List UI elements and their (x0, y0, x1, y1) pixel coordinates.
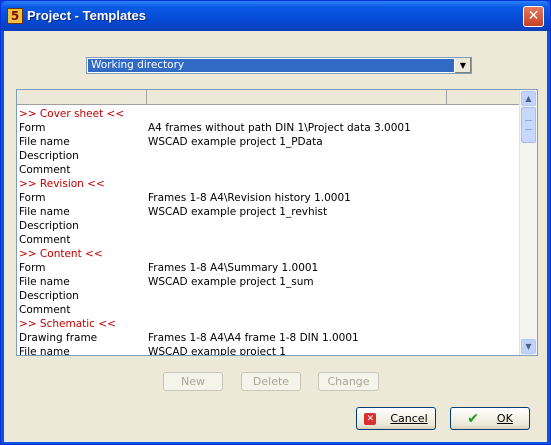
row-label: File name (19, 346, 70, 356)
new-button[interactable]: New (163, 372, 223, 391)
delete-button[interactable]: Delete (241, 372, 301, 391)
row-label: File name (19, 136, 70, 148)
row-value: WSCAD example project 1_sum (148, 276, 314, 288)
section-header-row[interactable]: >> Revision << (19, 177, 519, 191)
table-row[interactable]: Comment (19, 233, 519, 247)
vertical-scrollbar[interactable]: ▲ ▼ (519, 90, 537, 355)
ok-button-label: OK (496, 412, 513, 425)
table-row[interactable]: File name WSCAD example project 1_sum (19, 275, 519, 289)
row-label: Form (19, 192, 46, 204)
app-icon: 5 (7, 8, 23, 24)
row-label: Description (19, 290, 79, 302)
row-label: Comment (19, 234, 71, 246)
source-select[interactable]: Working directory ▼ (86, 57, 472, 74)
row-label: >> Cover sheet << (19, 108, 125, 120)
table-row[interactable]: Description (19, 289, 519, 303)
table-row[interactable]: File name WSCAD example project 1_PData (19, 135, 519, 149)
table-row[interactable]: Comment (19, 163, 519, 177)
row-label: >> Content << (19, 248, 103, 260)
list-header (17, 90, 520, 105)
ok-button[interactable]: ✔ OK (450, 407, 530, 430)
row-label: File name (19, 276, 70, 288)
templates-list[interactable]: >> Cover sheet << Form A4 frames without p… (16, 89, 538, 356)
row-value: Frames 1-8 A4\A4 frame 1-8 DIN 1.0001 (148, 332, 359, 344)
row-value: Frames 1-8 A4\Summary 1.0001 (148, 262, 319, 274)
row-label: Description (19, 150, 79, 162)
table-row[interactable]: Description (19, 149, 519, 163)
table-row[interactable]: Form A4 frames without path DIN 1\Project… (19, 121, 519, 135)
source-select-value: Working directory (88, 59, 454, 72)
scroll-down-icon[interactable]: ▼ (521, 339, 536, 354)
column-header-value[interactable] (147, 90, 447, 104)
row-value: Frames 1-8 A4\Revision history 1.0001 (148, 192, 351, 204)
row-label: Drawing frame (19, 332, 98, 344)
row-value: A4 frames without path DIN 1\Project dat… (148, 122, 411, 134)
window-title: Project - Templates (27, 8, 146, 23)
table-row[interactable]: File name WSCAD example project 1 (19, 345, 519, 356)
column-header-extra[interactable] (447, 90, 520, 104)
section-header-row[interactable]: >> Content << (19, 247, 519, 261)
table-row[interactable]: File name WSCAD example project 1_revhist (19, 205, 519, 219)
cancel-icon: ✕ (364, 413, 377, 425)
table-row[interactable]: Comment (19, 303, 519, 317)
dialog-body: Working directory ▼ >> Cover sheet << For… (4, 31, 547, 442)
column-header-property[interactable] (17, 90, 147, 104)
row-label: >> Revision << (19, 178, 105, 190)
table-row[interactable]: Form Frames 1-8 A4\Summary 1.0001 (19, 261, 519, 275)
checkmark-icon: ✔ (467, 410, 479, 427)
section-header-row[interactable]: >> Schematic << (19, 317, 519, 331)
row-label: File name (19, 206, 70, 218)
project-templates-dialog: 5 Project - Templates ✕ Working director… (0, 0, 551, 445)
row-value: WSCAD example project 1_PData (148, 136, 323, 148)
row-value: WSCAD example project 1 (148, 346, 286, 356)
title-bar[interactable]: 5 Project - Templates ✕ (1, 1, 550, 31)
table-row[interactable]: Description (19, 219, 519, 233)
table-row[interactable]: Drawing frame Frames 1-8 A4\A4 frame 1-8 … (19, 331, 519, 345)
scroll-up-icon[interactable]: ▲ (521, 91, 536, 106)
cancel-button-label: Cancel (390, 412, 428, 425)
chevron-down-icon[interactable]: ▼ (454, 58, 471, 73)
row-label: Form (19, 122, 46, 134)
cancel-button[interactable]: ✕ Cancel (356, 407, 436, 430)
close-button[interactable]: ✕ (523, 6, 544, 27)
change-button[interactable]: Change (318, 372, 379, 391)
list-rows: >> Cover sheet << Form A4 frames without p… (19, 107, 519, 356)
row-label: Comment (19, 304, 71, 316)
section-header-row[interactable]: >> Cover sheet << (19, 107, 519, 121)
row-label: Form (19, 262, 46, 274)
scroll-thumb[interactable] (521, 107, 536, 143)
row-label: Comment (19, 164, 71, 176)
table-row[interactable]: Form Frames 1-8 A4\Revision history 1.000… (19, 191, 519, 205)
row-label: Description (19, 220, 79, 232)
row-label: >> Schematic << (19, 318, 116, 330)
row-value: WSCAD example project 1_revhist (148, 206, 328, 218)
